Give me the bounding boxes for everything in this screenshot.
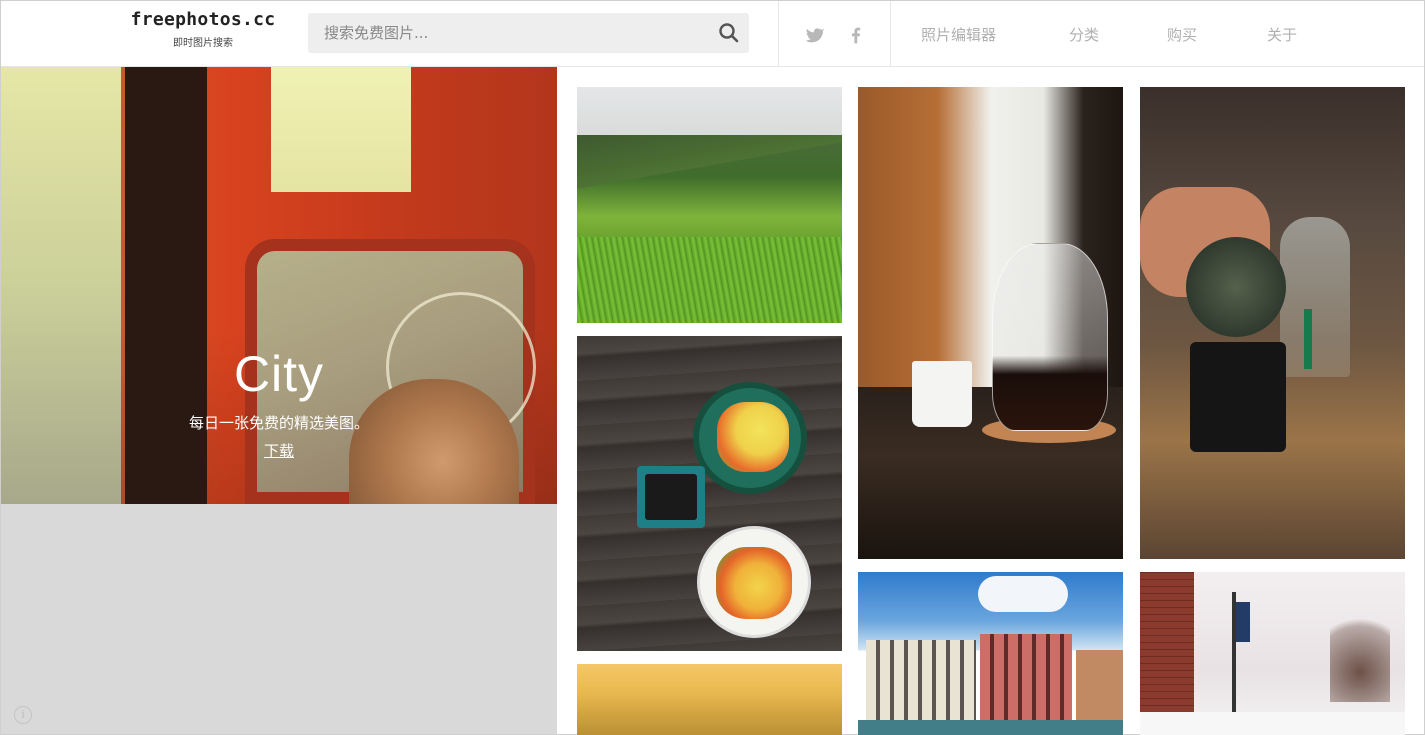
photo-tile-coffee-carafe[interactable] (858, 87, 1123, 559)
nav-about[interactable]: 关于 (1267, 24, 1297, 45)
photo-detail (645, 474, 697, 520)
photo-detail (1186, 237, 1286, 337)
hero-image-part (271, 67, 411, 192)
header-divider (890, 1, 891, 67)
photo-detail (866, 640, 976, 720)
hero-banner: City 每日一张免费的精选美图。 下载 (1, 67, 557, 504)
nav-categories[interactable]: 分类 (1069, 24, 1099, 45)
photo-tile-food-table[interactable] (577, 336, 842, 651)
hero-image-part (1, 67, 121, 504)
photo-detail (637, 466, 705, 528)
photo-detail (1190, 342, 1286, 452)
nav-photo-editor[interactable]: 照片编辑器 (921, 24, 996, 45)
photo-detail (697, 526, 811, 638)
facebook-icon[interactable] (846, 25, 866, 45)
photo-detail (717, 402, 789, 472)
photo-tile-venice[interactable] (858, 572, 1123, 735)
photo-detail (980, 634, 1072, 720)
site-logo[interactable]: freephotos.cc 即时图片搜索 (128, 9, 278, 49)
photo-detail (1140, 712, 1405, 735)
logo-title: freephotos.cc (130, 9, 276, 30)
photo-detail (716, 547, 792, 619)
hero-download-link[interactable]: 下载 (264, 442, 294, 460)
hero-subtitle: 每日一张免费的精选美图。 (188, 414, 369, 432)
twitter-icon[interactable] (804, 25, 825, 45)
photo-tile-winter-street[interactable] (1140, 572, 1405, 735)
search-icon[interactable] (717, 21, 741, 45)
photo-detail (978, 576, 1068, 612)
photo-detail (1280, 217, 1350, 377)
side-panel (1, 504, 557, 734)
hero-image-part (125, 67, 207, 504)
photo-detail (912, 361, 972, 427)
info-icon[interactable]: i (14, 706, 32, 724)
photo-detail (577, 135, 842, 195)
photo-detail (858, 720, 1123, 735)
photo-detail (1236, 602, 1250, 642)
photo-detail (1140, 572, 1194, 712)
hero-download-wrap: 下载 (1, 440, 557, 461)
photo-tile-rice-terraces[interactable] (577, 87, 842, 323)
photo-detail (992, 243, 1108, 431)
search-box (308, 13, 749, 53)
logo-subtitle: 即时图片搜索 (173, 38, 233, 49)
header-divider (778, 1, 779, 67)
search-input[interactable] (308, 13, 708, 53)
photo-detail (693, 382, 807, 494)
site-header: freephotos.cc 即时图片搜索 照片编辑器 分类 购买 关于 (1, 1, 1424, 67)
photo-detail (1304, 309, 1312, 369)
photo-detail (577, 237, 842, 323)
photo-detail (1330, 602, 1390, 702)
photo-tile-sunset[interactable] (577, 664, 842, 735)
photo-detail (1076, 650, 1123, 720)
nav-buy[interactable]: 购买 (1167, 24, 1197, 45)
photo-tile-pouring-drink[interactable] (1140, 87, 1405, 559)
hero-title: City (233, 346, 325, 402)
